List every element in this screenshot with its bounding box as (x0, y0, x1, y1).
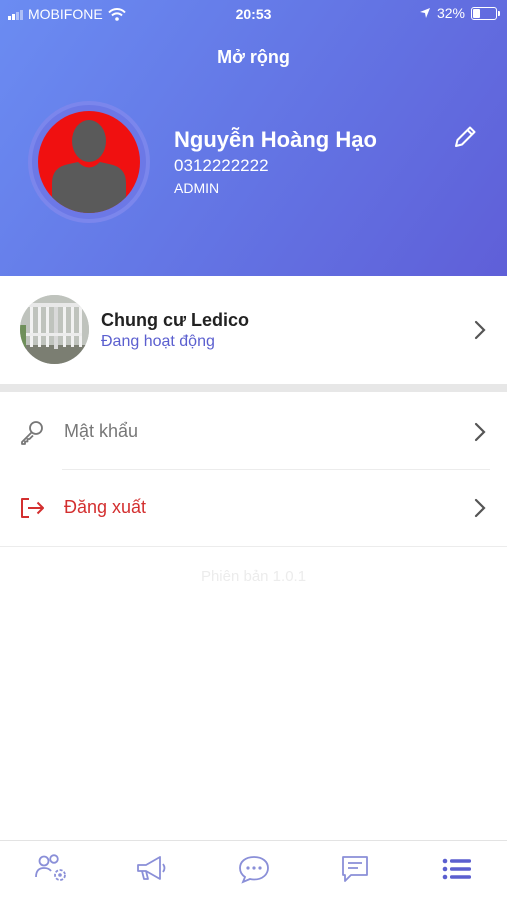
tab-announcements[interactable] (132, 851, 172, 887)
chevron-right-icon (474, 498, 486, 518)
user-name: Nguyễn Hoàng Hạo (174, 127, 377, 152)
building-status: Đang hoạt động (101, 333, 215, 350)
key-icon (21, 421, 43, 445)
building-row[interactable]: Chung cư Ledico Đang hoạt động (0, 276, 507, 384)
location-arrow-icon (419, 8, 430, 18)
building-photo (20, 295, 89, 364)
person-silhouette-icon (52, 120, 126, 213)
tab-more[interactable] (437, 851, 477, 887)
status-right: 32% (419, 5, 500, 21)
menu-item-password[interactable]: Mật khẩu (0, 394, 507, 470)
chevron-right-icon (474, 422, 486, 442)
avatar[interactable] (28, 101, 150, 223)
tab-feedback[interactable] (335, 851, 375, 887)
tab-messages[interactable] (234, 851, 274, 887)
user-phone: 0312222222 (174, 156, 269, 175)
menu-label-logout: Đăng xuất (64, 497, 147, 517)
divider (0, 546, 507, 547)
logout-icon (21, 498, 44, 518)
bottom-tab-bar (0, 840, 507, 901)
battery-percent: 32% (436, 5, 465, 21)
section-separator (0, 384, 507, 392)
status-bar: MOBIFONE 20:53 32% (0, 0, 507, 28)
chat-bubble-icon (239, 856, 269, 884)
profile-header: MOBIFONE 20:53 32% Mở rộng Nguyễn Hoàng … (0, 0, 507, 276)
user-role: ADMIN (174, 180, 220, 196)
app-version: Phiên bản 1.0.1 (200, 568, 307, 585)
edit-profile-button[interactable] (450, 122, 480, 152)
building-name: Chung cư Ledico (101, 310, 250, 330)
megaphone-icon (137, 856, 166, 880)
building-gate-image (20, 295, 89, 364)
page-title: Mở rộng (217, 47, 290, 67)
feedback-icon (342, 856, 368, 882)
pencil-icon (455, 126, 476, 147)
menu-item-logout[interactable]: Đăng xuất (0, 470, 507, 546)
avatar-placeholder (38, 111, 140, 213)
menu-list-icon (442, 858, 471, 880)
tab-residents[interactable] (32, 851, 72, 887)
menu-label-password: Mật khẩu (64, 421, 139, 441)
users-settings-icon (35, 854, 66, 881)
battery-icon (471, 6, 500, 20)
chevron-right-icon (474, 320, 486, 340)
